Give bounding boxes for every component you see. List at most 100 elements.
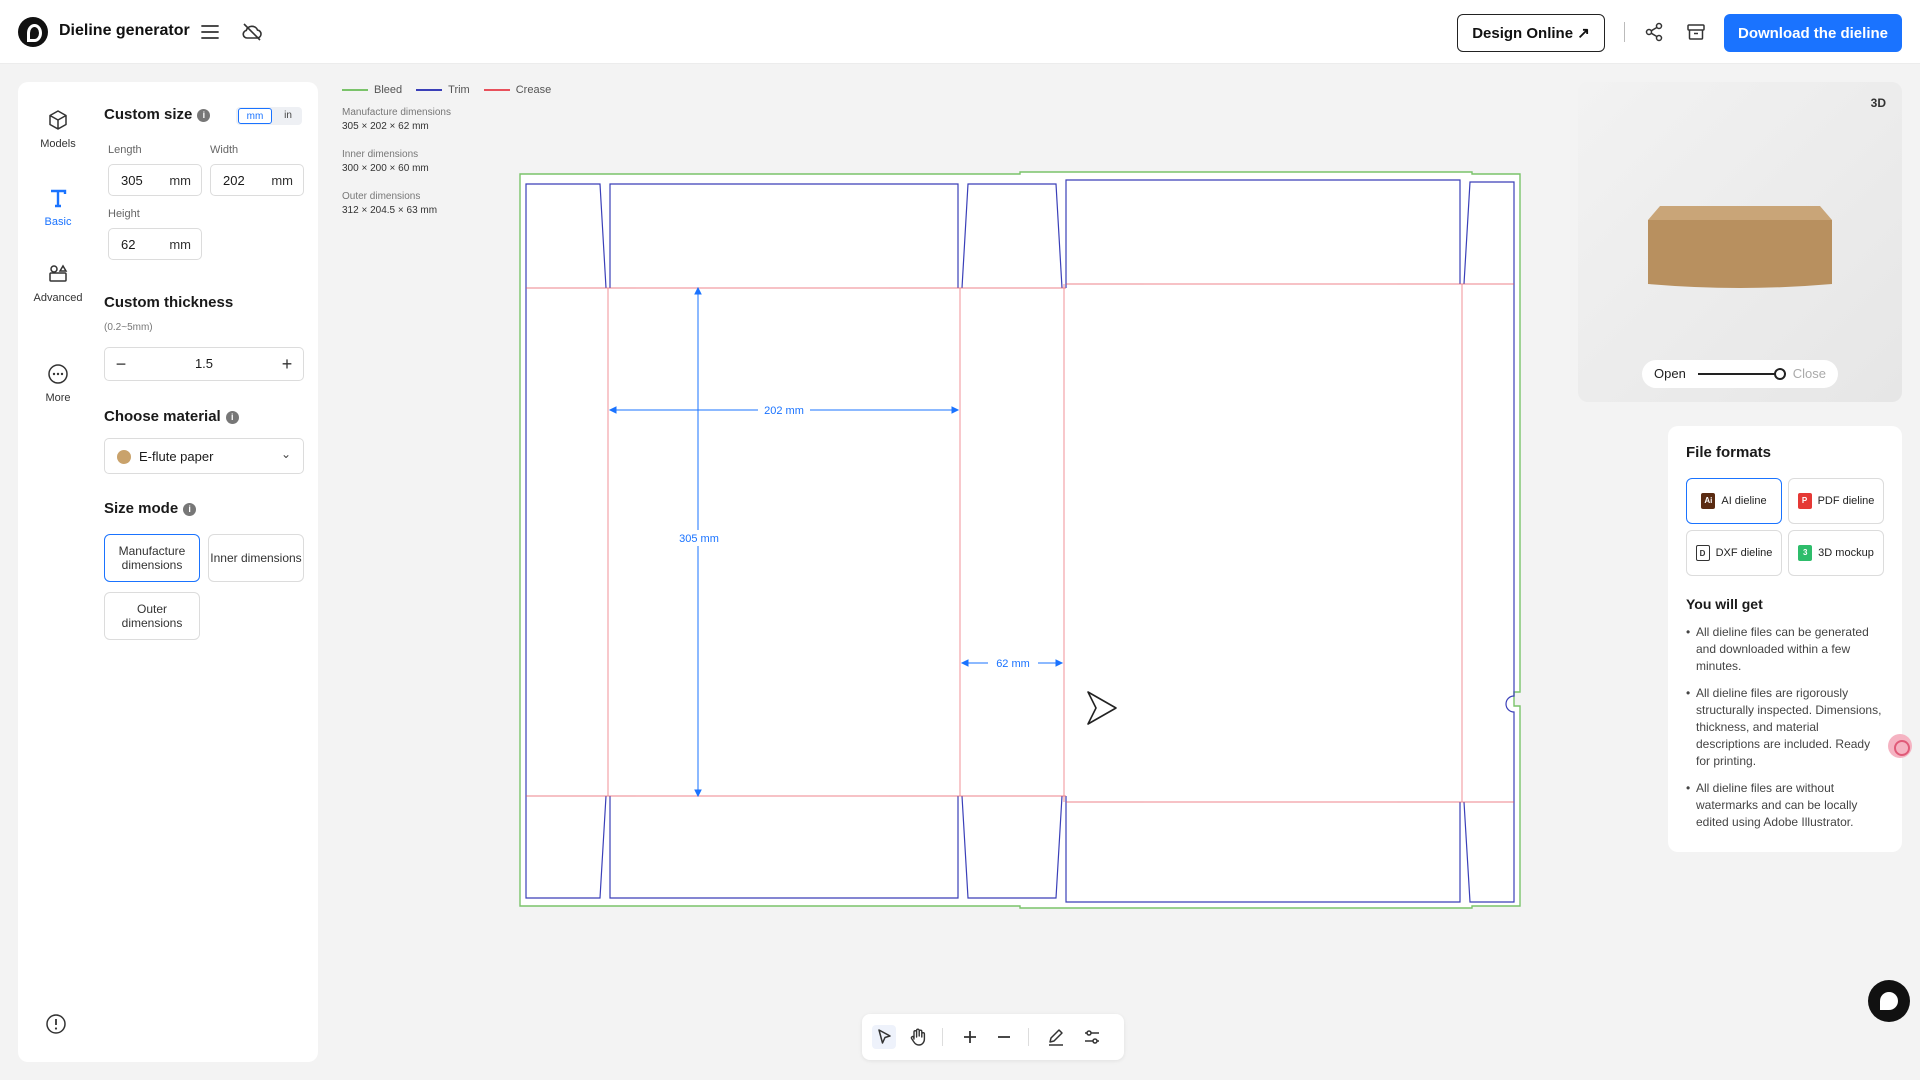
assistant-icon[interactable] bbox=[1888, 734, 1912, 758]
pdf-file-icon: P bbox=[1797, 493, 1812, 509]
info-icon[interactable]: i bbox=[225, 411, 239, 424]
dxf-file-icon: D bbox=[1695, 545, 1710, 561]
length-unit: mm bbox=[169, 173, 191, 188]
thickness-range: (0.2~5mm) bbox=[104, 322, 153, 333]
outer-dimensions-value: 312 × 204.5 × 63 mm bbox=[342, 205, 438, 216]
list-item: All dieline files can be generated and d… bbox=[1686, 624, 1882, 675]
legend-trim: Trim bbox=[416, 84, 470, 96]
pdf-dieline-label: PDF dieline bbox=[1817, 495, 1875, 507]
archive-box-icon[interactable] bbox=[1684, 20, 1708, 44]
inner-dimensions-button[interactable]: Inner dimensions bbox=[208, 534, 304, 582]
share-icon[interactable] bbox=[1642, 20, 1666, 44]
unit-toggle[interactable]: mm in bbox=[236, 107, 302, 125]
pdf-dieline-option[interactable]: P PDF dieline bbox=[1788, 478, 1884, 524]
toolbar-divider bbox=[1624, 22, 1625, 42]
inner-dimensions-label: Inner dimensions bbox=[342, 149, 419, 160]
thickness-stepper[interactable]: − 1.5 + bbox=[104, 347, 304, 381]
length-value: 305 bbox=[121, 173, 143, 188]
material-selected: E-flute paper bbox=[139, 449, 214, 464]
ai-dieline-option[interactable]: Ai AI dieline bbox=[1686, 478, 1782, 524]
height-input[interactable]: 62 mm bbox=[108, 228, 202, 260]
legend-crease-label: Crease bbox=[515, 84, 552, 96]
choose-material-title-text: Choose material bbox=[104, 408, 221, 425]
dimension-summary: Manufacture dimensions 305 × 202 × 62 mm… bbox=[342, 106, 451, 232]
manufacture-dimensions-button[interactable]: Manufacture dimensions bbox=[104, 534, 200, 582]
top-bar: Dieline generator Design Online ↗ Downlo… bbox=[0, 0, 1920, 64]
info-icon[interactable]: i bbox=[183, 503, 197, 516]
zoom-out-icon[interactable] bbox=[992, 1025, 1016, 1049]
nav-models[interactable]: Models bbox=[30, 108, 86, 150]
zoom-in-icon[interactable] bbox=[958, 1025, 982, 1049]
unit-in-option[interactable]: in bbox=[276, 108, 300, 124]
width-input[interactable]: 202 mm bbox=[210, 164, 304, 196]
info-icon[interactable]: i bbox=[197, 109, 211, 122]
legend-bleed-swatch bbox=[342, 89, 368, 91]
height-value: 62 bbox=[121, 237, 136, 252]
slider-handle[interactable] bbox=[1774, 368, 1786, 380]
file-formats-title: File formats bbox=[1686, 444, 1772, 461]
cloud-off-icon[interactable] bbox=[240, 20, 264, 44]
height-unit: mm bbox=[169, 237, 191, 252]
dxf-dieline-label: DXF dieline bbox=[1715, 547, 1773, 559]
custom-size-title-text: Custom size bbox=[104, 106, 193, 123]
app-title: Dieline generator bbox=[59, 22, 190, 39]
custom-thickness-title: Custom thickness bbox=[104, 294, 234, 311]
download-dieline-button[interactable]: Download the dieline bbox=[1724, 14, 1902, 52]
slider-track bbox=[1698, 373, 1778, 375]
text-t-icon bbox=[46, 186, 70, 210]
toolbar-divider bbox=[942, 1028, 943, 1046]
3d-mockup-label: 3D mockup bbox=[1818, 547, 1874, 559]
list-item: All dieline files are without watermarks… bbox=[1686, 780, 1882, 831]
width-value: 202 bbox=[223, 173, 245, 188]
box-3d-preview[interactable]: 3D Open Close bbox=[1578, 82, 1902, 402]
thickness-increment-button[interactable]: + bbox=[271, 348, 303, 380]
open-label: Open bbox=[1654, 366, 1686, 381]
nav-advanced[interactable]: Advanced bbox=[30, 262, 86, 304]
legend-trim-swatch bbox=[416, 89, 443, 91]
select-tool-icon[interactable] bbox=[872, 1025, 896, 1049]
width-unit: mm bbox=[271, 173, 293, 188]
list-item: All dieline files are rigorously structu… bbox=[1686, 685, 1882, 770]
close-label: Close bbox=[1792, 366, 1826, 381]
legend-crease-swatch bbox=[483, 89, 510, 91]
line-legend: Bleed Trim Crease bbox=[342, 84, 551, 96]
legend-crease: Crease bbox=[483, 84, 552, 96]
ai-file-icon: Ai bbox=[1701, 493, 1716, 509]
3d-mockup-option[interactable]: 3 3D mockup bbox=[1788, 530, 1884, 576]
outer-dimensions-button[interactable]: Outer dimensions bbox=[104, 592, 200, 640]
dxf-dieline-option[interactable]: D DXF dieline bbox=[1686, 530, 1782, 576]
dieline-canvas[interactable]: 202 mm 305 mm 62 mm bbox=[500, 160, 1540, 920]
canvas-toolbar bbox=[862, 1014, 1124, 1060]
sliders-settings-icon[interactable] bbox=[1080, 1025, 1104, 1049]
choose-material-title: Choose material i bbox=[104, 408, 239, 425]
material-swatch bbox=[117, 450, 131, 464]
size-mode-title-text: Size mode bbox=[104, 500, 179, 517]
box-front-face bbox=[1648, 220, 1832, 288]
unit-mm-option[interactable]: mm bbox=[238, 108, 272, 124]
length-input[interactable]: 305 mm bbox=[108, 164, 202, 196]
material-select[interactable]: E-flute paper ⌄ bbox=[104, 438, 304, 474]
nav-models-label: Models bbox=[40, 138, 76, 150]
nav-more[interactable]: More bbox=[30, 362, 86, 404]
manufacture-dimensions-label: Manufacture dimensions bbox=[342, 107, 451, 118]
outer-dimensions-label: Outer dimensions bbox=[342, 191, 421, 202]
custom-size-title: Custom size i bbox=[104, 106, 211, 123]
feedback-icon[interactable] bbox=[44, 1012, 68, 1036]
open-close-slider[interactable]: Open Close bbox=[1642, 360, 1838, 388]
height-label: Height bbox=[108, 208, 140, 220]
app-logo-icon bbox=[18, 17, 48, 47]
nav-basic[interactable]: Basic bbox=[30, 186, 86, 228]
legend-trim-label: Trim bbox=[448, 84, 470, 96]
width-dimension-label: 202 mm bbox=[764, 405, 804, 417]
view-3d-badge[interactable]: 3D bbox=[1871, 96, 1886, 110]
design-online-button[interactable]: Design Online ↗ bbox=[1457, 14, 1605, 52]
file-formats-card: File formats Ai AI dieline P PDF dieline… bbox=[1668, 426, 1902, 852]
pen-edit-icon[interactable] bbox=[1044, 1025, 1068, 1049]
hand-pan-icon[interactable] bbox=[906, 1025, 930, 1049]
inner-dimensions-value: 300 × 200 × 60 mm bbox=[342, 163, 429, 174]
height-dimension-label: 62 mm bbox=[996, 658, 1030, 670]
benefits-list: All dieline files can be generated and d… bbox=[1686, 624, 1882, 841]
settings-panel: Models Basic Advanced More Custom size i … bbox=[18, 82, 318, 1062]
chat-bubble-icon[interactable] bbox=[1868, 980, 1910, 1022]
menu-icon[interactable] bbox=[198, 20, 222, 44]
